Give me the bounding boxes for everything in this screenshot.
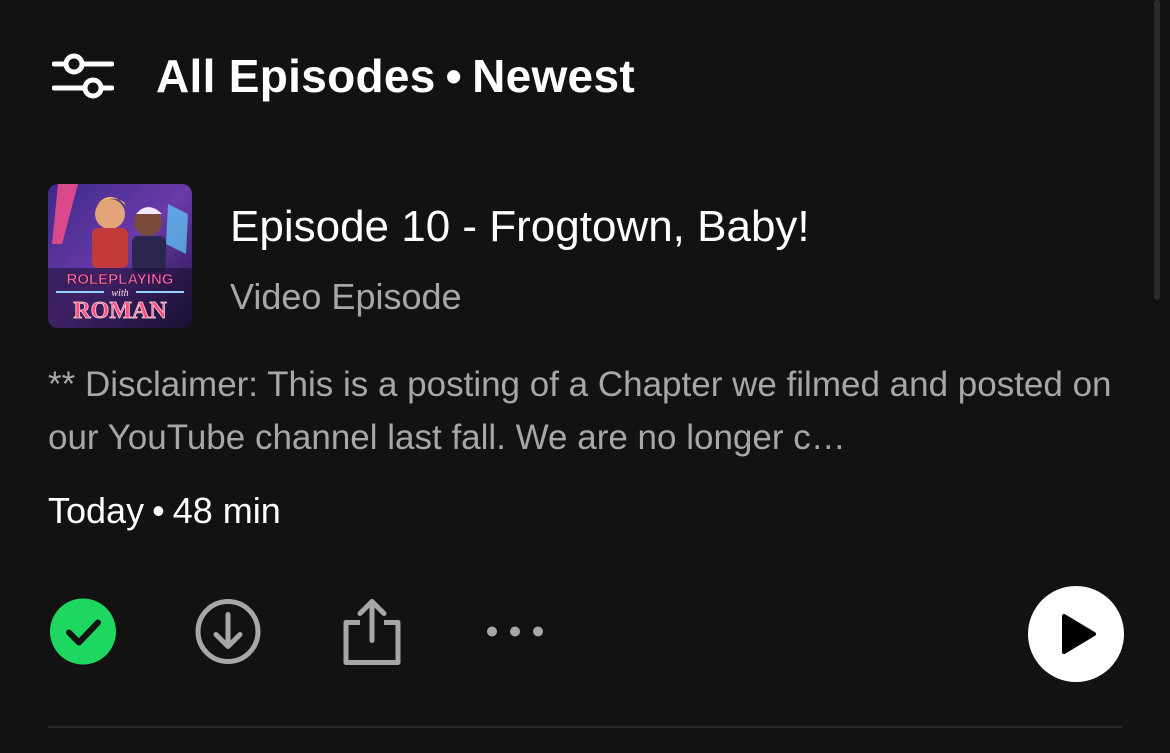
play-icon bbox=[1062, 614, 1096, 654]
episode-cover-art: ROLEPLAYING with ROMAN bbox=[48, 184, 192, 328]
scrollbar[interactable] bbox=[1154, 0, 1160, 300]
filter-sliders-icon[interactable] bbox=[52, 51, 114, 101]
added-to-library-button[interactable] bbox=[50, 598, 116, 670]
episode-date: Today bbox=[48, 490, 145, 531]
share-icon bbox=[343, 599, 401, 665]
download-circle-icon bbox=[195, 599, 261, 664]
download-button[interactable] bbox=[194, 598, 262, 671]
separator-dot: • bbox=[445, 50, 463, 102]
check-circle-icon bbox=[50, 598, 116, 665]
episode-type-label: Video Episode bbox=[230, 276, 462, 317]
sort-filter-label[interactable]: All Episodes • Newest bbox=[156, 49, 635, 103]
episode-list-screen: All Episodes • Newest ROLEPLAYING with R… bbox=[0, 0, 1170, 753]
episodes-filter-header[interactable]: All Episodes • Newest bbox=[52, 44, 635, 108]
episode-title[interactable]: Episode 10 - Frogtown, Baby! bbox=[230, 202, 810, 252]
sort-label: Newest bbox=[472, 50, 635, 102]
more-horizontal-icon bbox=[487, 626, 543, 637]
list-divider bbox=[48, 726, 1122, 728]
episode-description[interactable]: ** Disclaimer: This is a posting of a Ch… bbox=[48, 358, 1118, 464]
meta-separator: • bbox=[152, 490, 165, 531]
cover-title-line1: ROLEPLAYING bbox=[67, 271, 174, 288]
episode-meta: Today • 48 min bbox=[48, 490, 281, 532]
filter-label: All Episodes bbox=[156, 50, 436, 102]
episode-actions-bar bbox=[48, 584, 1124, 684]
share-button[interactable] bbox=[342, 597, 402, 672]
cover-title-line3: ROMAN bbox=[73, 298, 167, 324]
more-options-button[interactable] bbox=[484, 624, 546, 645]
play-button[interactable] bbox=[1028, 586, 1124, 682]
episode-duration: 48 min bbox=[172, 490, 281, 531]
